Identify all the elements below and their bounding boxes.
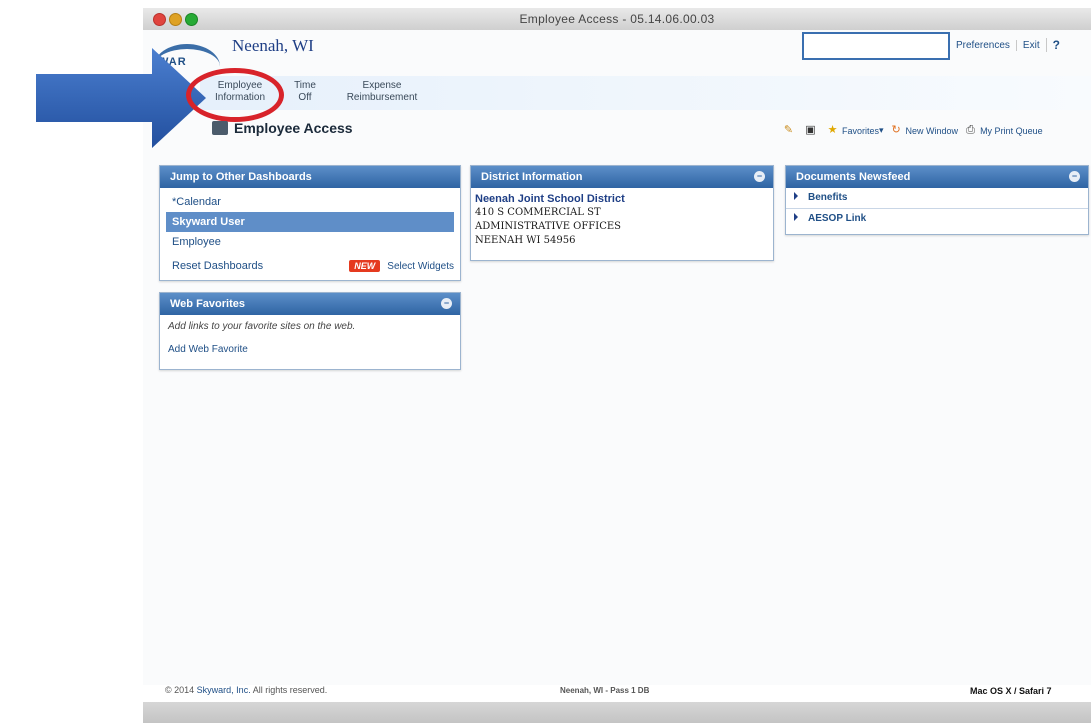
- footer-platform: Mac OS X / Safari 7: [970, 686, 1052, 696]
- printer-icon: ⎙: [966, 124, 975, 136]
- web-favorites-title: Web Favorites: [170, 298, 245, 310]
- camera-icon: ▣: [805, 124, 816, 136]
- documents-panel: Documents Newsfeed − Benefits AESOP Link: [785, 165, 1089, 235]
- new-window-icon: ↻: [891, 124, 901, 136]
- district-address-line2: ADMINISTRATIVE OFFICES: [475, 221, 622, 232]
- documents-header: Documents Newsfeed −: [786, 166, 1088, 188]
- collapse-icon[interactable]: −: [441, 298, 452, 309]
- web-favorites-body: Add links to your favorite sites on the …: [160, 315, 460, 361]
- dashboard-skyward-user[interactable]: Skyward User: [166, 212, 454, 232]
- tab-label-line1: Expense: [362, 80, 402, 91]
- window-title: Employee Access - 05.14.06.00.03: [519, 12, 715, 26]
- dashboards-panel: Jump to Other Dashboards *Calendar Skywa…: [159, 165, 461, 281]
- reset-dashboards-link[interactable]: Reset Dashboards: [166, 256, 263, 276]
- rights-text: All rights reserved.: [252, 685, 328, 695]
- tab-label-line2: Reimbursement: [346, 92, 418, 103]
- new-window-button[interactable]: ↻ New Window: [890, 124, 959, 137]
- toolbar: ✎ ▣ ★ Favorites ▾ ↻ New Window ⎙ My Print Qu…: [782, 124, 1049, 137]
- window-bottom-bar: [143, 702, 1091, 723]
- dropdown-arrow-icon: ▾: [879, 125, 884, 135]
- star-icon: ★: [827, 124, 838, 136]
- dashboards-panel-header: Jump to Other Dashboards: [160, 166, 460, 188]
- skyward-link[interactable]: Skyward, Inc.: [197, 685, 251, 695]
- collapse-icon[interactable]: −: [754, 171, 765, 182]
- dashboards-footer: Reset Dashboards NEW Select Widgets: [160, 256, 460, 276]
- print-queue-button[interactable]: ⎙ My Print Queue: [964, 124, 1043, 137]
- document-label: AESOP Link: [808, 213, 867, 224]
- web-favorites-header: Web Favorites −: [160, 293, 460, 315]
- district-body: Neenah Joint School District 410 S COMME…: [471, 188, 773, 252]
- employee-access-icon: [212, 121, 228, 135]
- annotation-circle: [186, 68, 284, 122]
- district-header: District Information −: [471, 166, 773, 188]
- collapse-icon[interactable]: −: [1069, 171, 1080, 182]
- web-favorites-hint: Add links to your favorite sites on the …: [168, 321, 356, 332]
- web-favorites-panel: Web Favorites − Add links to your favori…: [159, 292, 461, 370]
- page-heading: Employee Access: [160, 120, 353, 136]
- documents-list: Benefits AESOP Link: [786, 188, 1088, 229]
- tab-label-line1: Time: [294, 80, 316, 91]
- dashboards-list: *Calendar Skyward User Employee: [160, 188, 460, 256]
- document-aesop-link[interactable]: AESOP Link: [786, 209, 1088, 229]
- edit-page-button[interactable]: ✎: [782, 124, 798, 137]
- preferences-link[interactable]: Preferences: [950, 40, 1016, 51]
- select-widgets-link[interactable]: NEW Select Widgets: [349, 260, 454, 272]
- site-name: Neenah, WI: [232, 36, 314, 55]
- documents-title: Documents Newsfeed: [796, 171, 911, 183]
- add-web-favorite-link[interactable]: Add Web Favorite: [168, 344, 452, 355]
- district-title: District Information: [481, 171, 583, 183]
- footer-database: Neenah, WI - Pass 1 DB: [560, 686, 650, 695]
- dashboard-calendar[interactable]: *Calendar: [166, 192, 454, 212]
- tab-label-line2: Off: [298, 92, 312, 103]
- tab-time-off[interactable]: Time Off: [288, 80, 322, 104]
- select-widgets-label: Select Widgets: [387, 261, 454, 272]
- favorites-menu[interactable]: ★ Favorites ▾: [826, 124, 884, 137]
- new-window-label: New Window: [905, 125, 959, 136]
- print-queue-label: My Print Queue: [980, 125, 1043, 136]
- expand-arrow-icon: [794, 213, 798, 221]
- dashboard-employee[interactable]: Employee: [166, 232, 454, 252]
- exit-link[interactable]: Exit: [1015, 39, 1046, 51]
- nav-bar: [200, 76, 1091, 110]
- document-label: Benefits: [808, 192, 848, 203]
- district-city: NEENAH WI 54956: [475, 235, 576, 246]
- expand-arrow-icon: [794, 192, 798, 200]
- district-panel: District Information − Neenah Joint Scho…: [470, 165, 774, 261]
- document-benefits[interactable]: Benefits: [786, 188, 1088, 209]
- district-name: Neenah Joint School District: [475, 193, 625, 205]
- camera-button[interactable]: ▣: [804, 124, 820, 137]
- window-titlebar: Employee Access - 05.14.06.00.03: [143, 8, 1091, 31]
- top-links: Preferences Exit ?: [950, 36, 1066, 54]
- page-title: Employee Access: [234, 120, 353, 136]
- help-link[interactable]: ?: [1045, 38, 1066, 52]
- copyright-year: © 2014: [165, 685, 195, 695]
- new-badge: NEW: [349, 260, 381, 272]
- edit-icon: ✎: [783, 124, 794, 136]
- district-address-line1: 410 S COMMERCIAL ST: [475, 207, 601, 218]
- search-input[interactable]: [802, 32, 950, 60]
- footer-copyright: © 2014 Skyward, Inc. All rights reserved…: [165, 685, 327, 695]
- favorites-label: Favorites: [842, 125, 880, 136]
- tab-expense-reimbursement[interactable]: Expense Reimbursement: [338, 80, 426, 104]
